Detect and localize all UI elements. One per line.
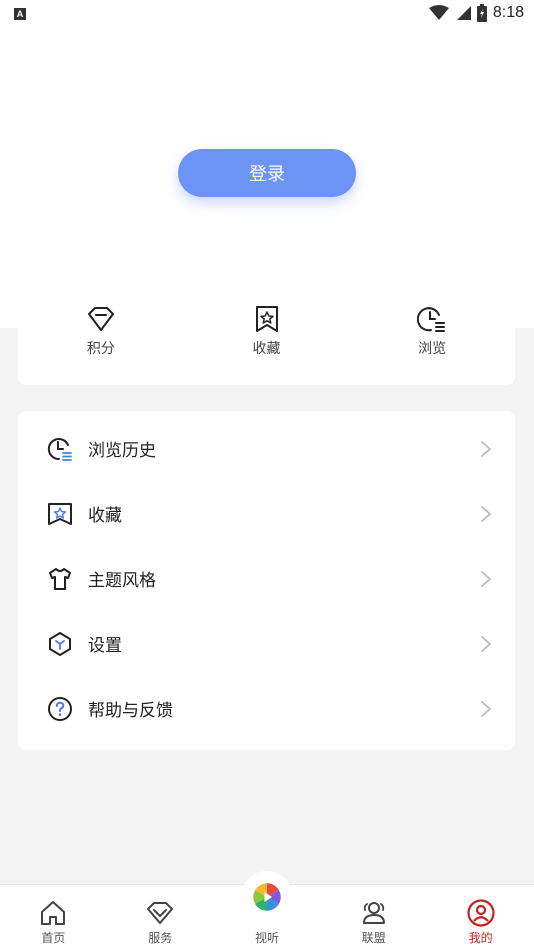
chevron-right-icon (481, 505, 491, 522)
media-logo-wrap (240, 871, 293, 923)
bottom-navigation: 首页 服务 视听 联盟 我的 (0, 871, 534, 950)
shutter-logo-icon (253, 883, 281, 911)
menu-label-favorites: 收藏 (88, 506, 122, 526)
menu-item-help[interactable]: 帮助与反馈 (18, 676, 515, 741)
nav-home[interactable]: 首页 (0, 885, 107, 950)
theme-icon-wrap (46, 565, 74, 593)
status-icons: 8:18 (428, 4, 524, 22)
menu-label-history: 浏览历史 (88, 441, 156, 461)
notification-indicator: A (14, 8, 26, 20)
profile-header: 登录 (0, 28, 534, 328)
menu-item-theme[interactable]: 主题风格 (18, 546, 515, 611)
menu-label-settings: 设置 (88, 636, 122, 656)
help-icon-wrap (46, 695, 74, 723)
status-bar: A 8:18 (0, 0, 534, 28)
nav-services[interactable]: 服务 (107, 885, 214, 950)
stat-favorites-label: 收藏 (252, 341, 281, 357)
login-button[interactable]: 登录 (178, 149, 356, 197)
nav-mine-label: 我的 (468, 931, 493, 945)
chevron-right-icon (481, 440, 491, 457)
menu-label-theme: 主题风格 (88, 571, 156, 591)
nav-services-label: 服务 (148, 931, 173, 945)
menu-label-help: 帮助与反馈 (88, 701, 173, 721)
people-icon (362, 902, 385, 924)
settings-icon-wrap (46, 630, 74, 658)
user-circle-icon (466, 899, 495, 927)
stat-browse-label: 浏览 (418, 341, 447, 357)
stat-browse[interactable]: 浏览 (349, 300, 515, 385)
status-time: 8:18 (492, 4, 524, 21)
favorites-icon-wrap (46, 500, 74, 528)
stat-points[interactable]: 积分 (18, 300, 184, 385)
menu-item-favorites[interactable]: 收藏 (18, 481, 515, 546)
history-icon-wrap (46, 435, 74, 463)
gem-icon (87, 307, 114, 331)
wifi-icon (428, 5, 449, 20)
battery-icon (476, 4, 487, 22)
chevron-right-icon (481, 635, 491, 652)
bookmark-star-icon (255, 306, 278, 332)
home-icon (41, 901, 66, 925)
menu-list: 浏览历史 收藏 主题风格 设置 帮助与反馈 (18, 411, 515, 750)
clock-list-icon (417, 307, 446, 332)
diamond-icon (147, 902, 174, 924)
nav-mine[interactable]: 我的 (427, 885, 534, 950)
quick-stats-card: 积分 收藏 浏览 (18, 300, 515, 385)
signal-icon (456, 6, 471, 20)
stat-points-label: 积分 (86, 341, 115, 357)
history-icon (47, 437, 72, 461)
nav-media-label: 视听 (254, 931, 279, 945)
chevron-right-icon (481, 700, 491, 717)
chevron-right-icon (481, 570, 491, 587)
help-icon (48, 696, 72, 721)
stat-favorites[interactable]: 收藏 (184, 300, 350, 385)
menu-item-settings[interactable]: 设置 (18, 611, 515, 676)
menu-item-history[interactable]: 浏览历史 (18, 416, 515, 481)
bookmark-star-icon (48, 502, 72, 525)
nav-alliance[interactable]: 联盟 (320, 885, 427, 950)
nav-alliance-label: 联盟 (361, 931, 386, 945)
nav-home-label: 首页 (41, 931, 66, 945)
tshirt-icon (49, 567, 71, 590)
nav-media[interactable]: 视听 (214, 871, 321, 950)
settings-hexagon-icon (49, 631, 71, 656)
